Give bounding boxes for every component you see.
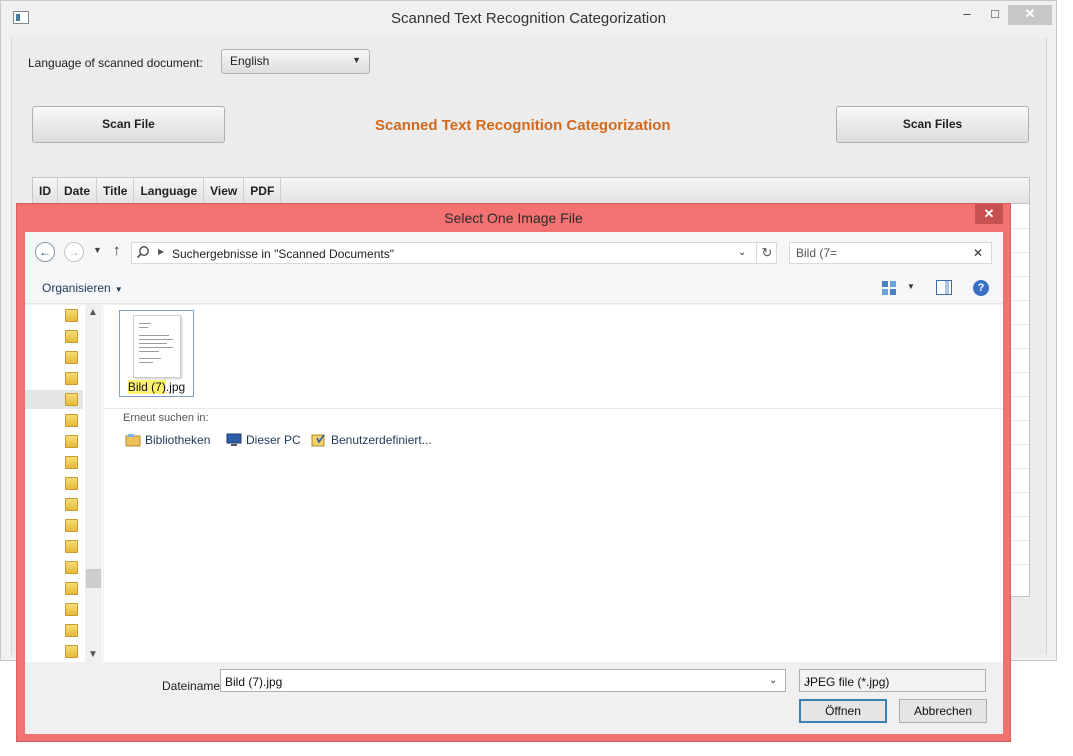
scan-file-button[interactable]: Scan File <box>32 106 225 143</box>
clear-icon[interactable]: ✕ <box>973 246 983 260</box>
file-list-area: Bild (7).jpg Erneut suchen in: Bibliothe… <box>104 305 1003 662</box>
language-select[interactable]: English ▼ <box>221 49 370 74</box>
app-heading: Scanned Text Recognition Categorization <box>375 117 671 134</box>
search-again-this-pc[interactable]: Dieser PC <box>226 433 301 447</box>
divider <box>104 408 1003 409</box>
filename-label: Dateiname: <box>162 679 224 693</box>
search-again-label: Erneut suchen in: <box>123 412 209 424</box>
search-again-libraries[interactable]: Bibliotheken <box>125 433 210 447</box>
search-field[interactable]: ✕ <box>789 242 992 264</box>
folder-icon[interactable] <box>65 309 78 322</box>
open-file-dialog: Select One Image File ✕ ← → ▼ ↑ ▶ Sucher… <box>16 203 1011 742</box>
file-name-extension: .jpg <box>165 380 186 394</box>
folder-icon[interactable] <box>65 645 78 658</box>
library-icon <box>125 434 141 447</box>
folder-icon[interactable] <box>65 435 78 448</box>
column-header-id[interactable]: ID <box>33 178 58 204</box>
view-options-chevron-icon[interactable]: ▼ <box>907 282 915 291</box>
filetype-select[interactable]: JPEG file (*.jpg) ⌄ <box>799 669 986 692</box>
view-icon[interactable] <box>882 281 896 295</box>
folder-icon[interactable] <box>65 624 78 637</box>
custom-folder-icon <box>311 434 325 447</box>
search-icon <box>136 246 149 259</box>
folder-icon[interactable] <box>65 540 78 553</box>
breadcrumb-arrow-icon[interactable]: ▶ <box>158 247 164 256</box>
cancel-button[interactable]: Abbrechen <box>899 699 987 723</box>
dialog-body: ← → ▼ ↑ ▶ Suchergebnisse in "Scanned Doc… <box>25 232 1003 734</box>
preview-pane-icon[interactable] <box>936 280 952 295</box>
help-icon[interactable]: ? <box>973 280 989 296</box>
organize-label: Organisieren <box>42 281 111 295</box>
search-input[interactable] <box>794 245 964 261</box>
folder-icon[interactable] <box>65 561 78 574</box>
computer-icon <box>226 433 242 446</box>
table-header: ID Date Title Language View PDF <box>33 178 1029 204</box>
folder-icon[interactable] <box>65 477 78 490</box>
open-button[interactable]: Öffnen <box>799 699 887 723</box>
folder-icon[interactable] <box>65 582 78 595</box>
file-name: Bild (7).jpg <box>120 380 193 394</box>
navigation-tree[interactable]: ▲ ▼ <box>25 305 103 662</box>
language-select-value: English <box>230 54 270 68</box>
location-label: Benutzerdefiniert... <box>331 433 432 447</box>
back-icon[interactable]: ← <box>35 242 55 262</box>
folder-icon[interactable] <box>65 393 78 406</box>
chevron-down-icon[interactable]: ⌄ <box>769 675 777 686</box>
filename-field[interactable]: Bild (7).jpg ⌄ <box>220 669 786 692</box>
address-dropdown-icon[interactable]: ⌄ <box>738 247 746 258</box>
filename-value: Bild (7).jpg <box>225 675 283 689</box>
folder-icon[interactable] <box>65 414 78 427</box>
language-label: Language of scanned document: <box>28 56 203 70</box>
navigation-bar: ← → ▼ ↑ ▶ Suchergebnisse in "Scanned Doc… <box>25 232 1003 272</box>
folder-icon[interactable] <box>65 351 78 364</box>
scroll-down-icon[interactable]: ▼ <box>88 649 98 660</box>
tree-scrollbar[interactable]: ▲ ▼ <box>85 305 102 662</box>
folder-icon[interactable] <box>65 519 78 532</box>
folder-icon[interactable] <box>65 456 78 469</box>
main-title-bar: Scanned Text Recognition Categorization … <box>1 1 1056 35</box>
file-item[interactable]: Bild (7).jpg <box>119 310 194 397</box>
up-icon[interactable]: ↑ <box>113 242 121 259</box>
folder-icon[interactable] <box>65 498 78 511</box>
dialog-title: Select One Image File <box>444 210 583 226</box>
column-header-pdf[interactable]: PDF <box>244 178 282 204</box>
dialog-footer: Dateiname: Bild (7).jpg ⌄ JPEG file (*.j… <box>25 662 1003 734</box>
address-bar[interactable]: ▶ Suchergebnisse in "Scanned Documents" … <box>131 242 777 264</box>
maximize-button[interactable]: □ <box>984 5 1006 25</box>
column-header-title[interactable]: Title <box>97 178 135 204</box>
file-name-match: Bild (7) <box>127 380 166 394</box>
minimize-button[interactable]: – <box>956 5 978 25</box>
location-label: Bibliotheken <box>145 433 211 447</box>
folder-icon[interactable] <box>65 372 78 385</box>
main-window-title: Scanned Text Recognition Categorization <box>391 10 666 27</box>
address-text: Suchergebnisse in "Scanned Documents" <box>172 247 394 261</box>
dialog-close-button[interactable]: ✕ <box>975 204 1003 224</box>
scroll-up-icon[interactable]: ▲ <box>88 307 98 318</box>
scan-files-button[interactable]: Scan Files <box>836 106 1029 143</box>
search-again-custom[interactable]: Benutzerdefiniert... <box>311 433 432 447</box>
recent-locations-chevron-icon[interactable]: ▼ <box>93 245 102 255</box>
organize-menu-button[interactable]: Organisieren ▼ <box>42 281 123 295</box>
chevron-down-icon: ▼ <box>114 285 123 294</box>
folder-icon[interactable] <box>65 330 78 343</box>
document-thumbnail-icon <box>133 315 181 378</box>
scrollbar-thumb[interactable] <box>86 569 101 588</box>
column-header-language[interactable]: Language <box>134 178 205 204</box>
chevron-down-icon: ▼ <box>352 55 361 65</box>
forward-icon[interactable]: → <box>64 242 84 262</box>
column-header-date[interactable]: Date <box>58 178 98 204</box>
main-close-button[interactable]: ✕ <box>1008 5 1052 25</box>
column-header-view[interactable]: View <box>204 178 245 204</box>
dialog-toolbar: Organisieren ▼ ▼ ? <box>25 272 1003 304</box>
location-label: Dieser PC <box>246 433 301 447</box>
chevron-down-icon: ⌄ <box>804 675 813 686</box>
folder-icon[interactable] <box>65 603 78 616</box>
refresh-icon[interactable]: ↻ <box>756 243 777 263</box>
